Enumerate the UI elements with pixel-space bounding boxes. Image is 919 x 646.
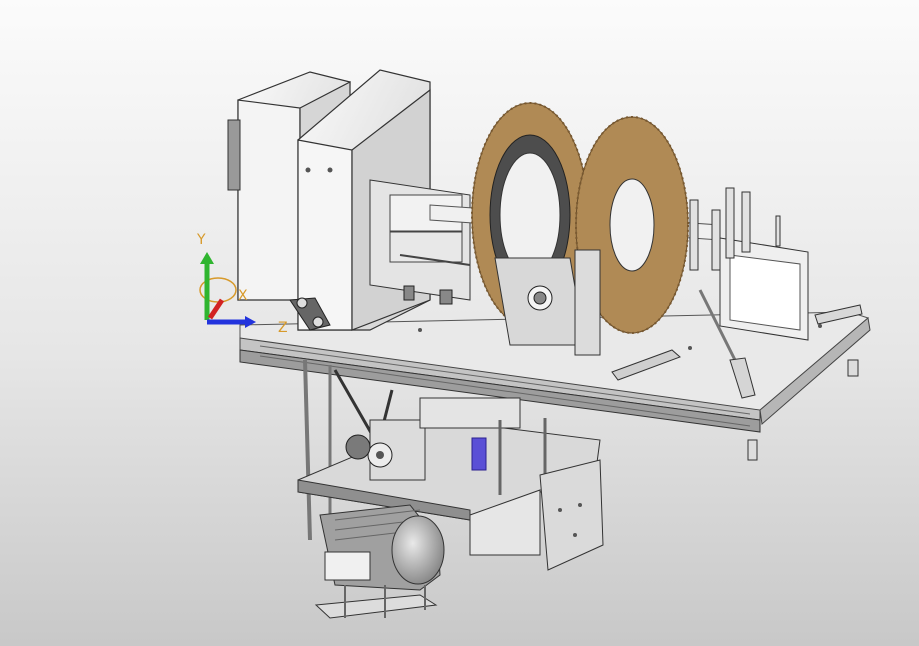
triad-z-label: Z: [278, 320, 288, 336]
wheel-support-2: [574, 249, 601, 356]
cad-viewport[interactable]: Y Z X: [0, 0, 919, 646]
terminal-box: [324, 551, 371, 581]
pin-2: [711, 209, 721, 271]
side-bracket: [539, 459, 604, 571]
triad-x-axis: [207, 298, 225, 320]
machine-assembly-view[interactable]: Y Z X: [0, 0, 919, 646]
pin-4: [741, 191, 751, 253]
triad-x-label: X: [238, 288, 248, 304]
triad-y-label: Y: [196, 232, 206, 248]
spring: [471, 437, 487, 471]
gear-housing: [419, 397, 521, 429]
side-clamp: [227, 119, 241, 191]
corner-bracket: [847, 359, 859, 377]
brush-hub-2: [609, 178, 655, 272]
brush-wheel-1[interactable]: [471, 102, 589, 346]
motor-base: [314, 594, 438, 619]
pin-1: [689, 199, 699, 271]
electric-motor[interactable]: [314, 504, 445, 619]
linear-slide[interactable]: [369, 179, 471, 305]
motor-end-cap: [391, 515, 445, 585]
pin-3: [725, 187, 735, 259]
corner-bracket-lower: [747, 439, 758, 461]
